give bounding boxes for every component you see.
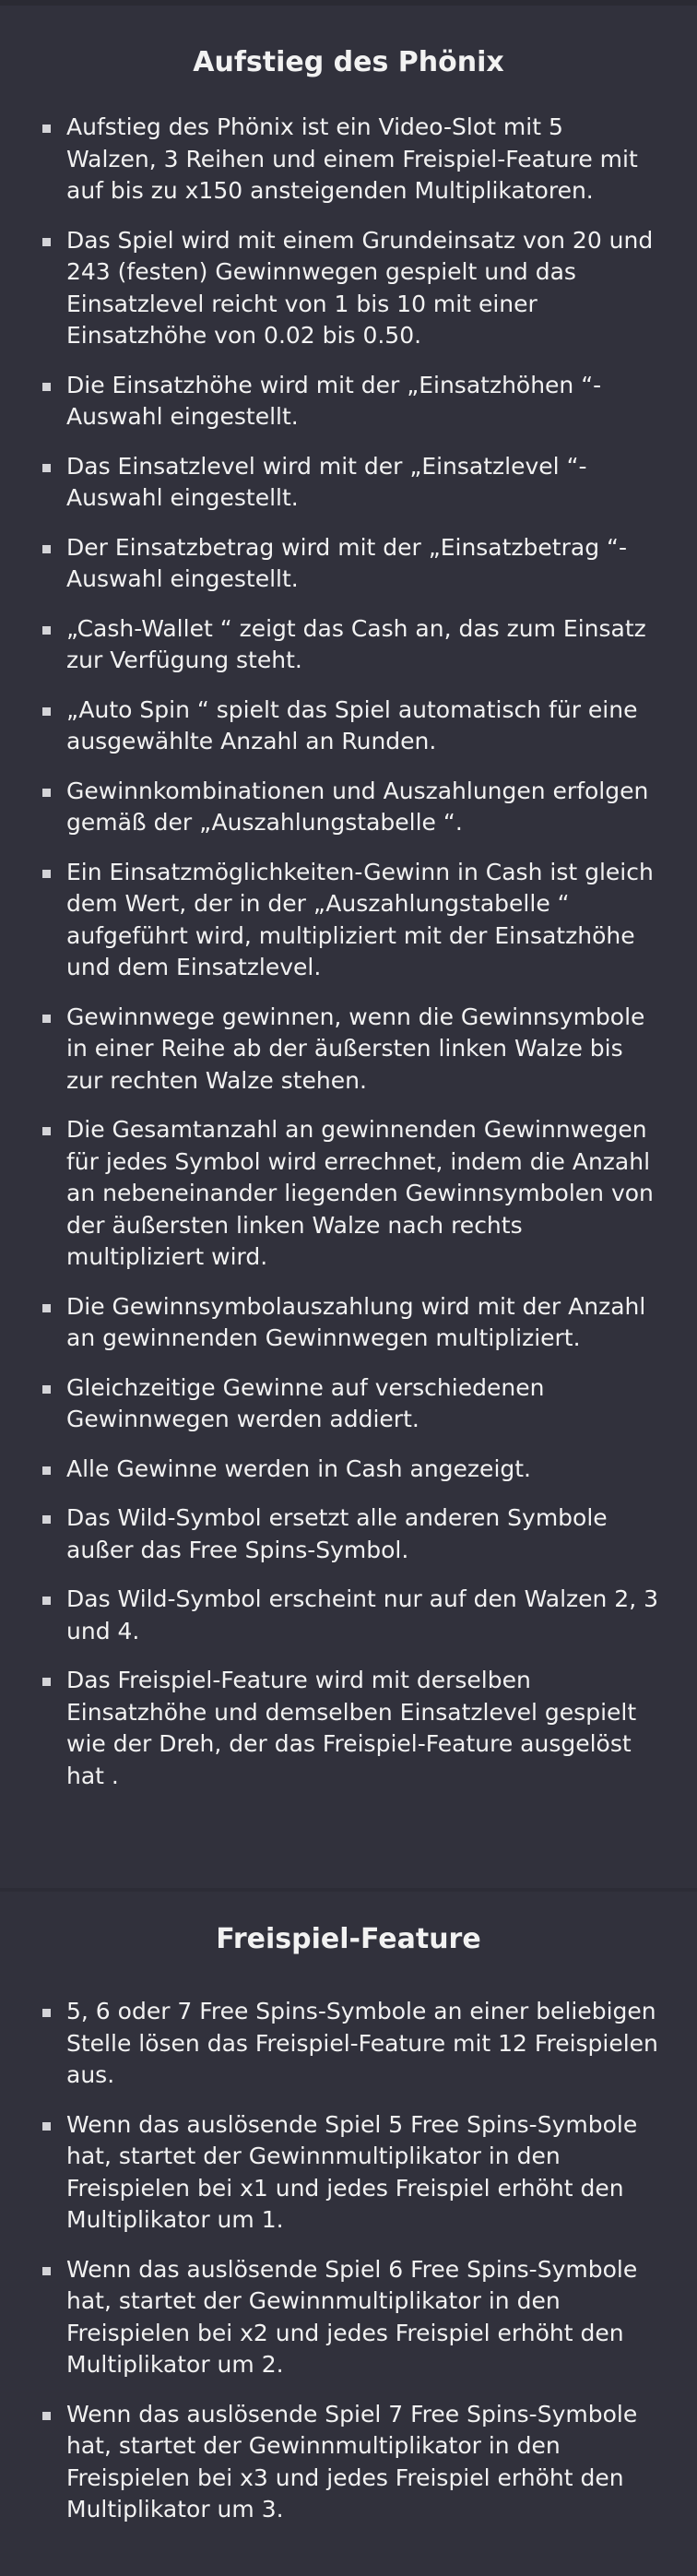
bullet-icon — [42, 463, 51, 472]
list-item-text: Das Einsatzlevel wird mit der „Einsatzle… — [66, 452, 587, 512]
list-item: Gewinnkombinationen und Auszahlungen erf… — [0, 776, 697, 839]
list-item: Alle Gewinne werden in Cash angezeigt. — [0, 1454, 697, 1486]
list-item-text: Wenn das auslösende Spiel 6 Free Spins-S… — [66, 2255, 638, 2379]
bullet-icon — [42, 625, 51, 635]
list-item-text: Alle Gewinne werden in Cash angezeigt. — [66, 1454, 532, 1482]
list-item-text: Der Einsatzbetrag wird mit der „Einsatzb… — [66, 533, 627, 593]
list-item-text: Die Einsatzhöhe wird mit der „Einsatzhöh… — [66, 371, 602, 431]
bullet-icon — [42, 1597, 51, 1605]
bullet-icon — [42, 869, 51, 878]
list-item: Der Einsatzbetrag wird mit der „Einsatzb… — [0, 532, 697, 596]
list-item-text: Die Gesamtanzahl an gewinnenden Gewinnwe… — [66, 1116, 654, 1270]
list-item-text: Ein Einsatzmöglichkeiten-Gewinn in Cash … — [66, 858, 654, 981]
bullet-icon — [42, 1127, 51, 1135]
list-item: Das Freispiel-Feature wird mit derselben… — [0, 1665, 697, 1792]
list-item-text: Aufstieg des Phönix ist ein Video-Slot m… — [66, 113, 638, 204]
list-item: Die Gesamtanzahl an gewinnenden Gewinnwe… — [0, 1114, 697, 1274]
list-item-text: Das Wild-Symbol erscheint nur auf den Wa… — [66, 1585, 659, 1644]
section-title: Aufstieg des Phönix — [193, 46, 504, 78]
list-item-text: Wenn das auslösende Spiel 5 Free Spins-S… — [66, 2110, 638, 2234]
list-item: Ein Einsatzmöglichkeiten-Gewinn in Cash … — [0, 857, 697, 984]
list-item: 5, 6 oder 7 Free Spins-Symbole an einer … — [0, 1996, 697, 2092]
list-item-text: Wenn das auslösende Spiel 7 Free Spins-S… — [66, 2400, 638, 2523]
bullet-icon — [42, 1303, 51, 1312]
list-item: Das Wild-Symbol ersetzt alle anderen Sym… — [0, 1502, 697, 1566]
list-item-text: Gewinnwege gewinnen, wenn die Gewinnsymb… — [66, 1003, 645, 1094]
list-item: Aufstieg des Phönix ist ein Video-Slot m… — [0, 112, 697, 208]
bullet-icon — [42, 1678, 51, 1686]
bullet-icon — [42, 1515, 51, 1524]
bullet-icon — [42, 237, 51, 246]
bullet-icon — [42, 1466, 51, 1475]
list-item: Das Spiel wird mit einem Grundeinsatz vo… — [0, 225, 697, 352]
list-item: Die Gewinnsymbolauszahlung wird mit der … — [0, 1291, 697, 1355]
list-item: Wenn das auslösende Spiel 7 Free Spins-S… — [0, 2399, 697, 2526]
list-item-text: „Auto Spin “ spielt das Spiel automatisc… — [66, 695, 638, 755]
list-item-text: Gewinnkombinationen und Auszahlungen erf… — [66, 777, 649, 837]
list-item: Wenn das auslösende Spiel 6 Free Spins-S… — [0, 2254, 697, 2381]
rules-section-main: Aufstieg des Phönix Aufstieg des Phönix … — [0, 6, 697, 1792]
list-item: Das Einsatzlevel wird mit der „Einsatzle… — [0, 451, 697, 515]
bullet-icon — [42, 2266, 51, 2275]
list-item-text: Das Wild-Symbol ersetzt alle anderen Sym… — [66, 1504, 608, 1563]
list-item-text: Gleichzeitige Gewinne auf verschiedenen … — [66, 1373, 545, 1433]
rules-list: 5, 6 oder 7 Free Spins-Symbole an einer … — [0, 1996, 697, 2526]
list-item-text: 5, 6 oder 7 Free Spins-Symbole an einer … — [66, 1998, 658, 2088]
bullet-icon — [42, 2411, 51, 2420]
list-item: „Auto Spin “ spielt das Spiel automatisc… — [0, 694, 697, 758]
list-item-text: Das Freispiel-Feature wird mit derselben… — [66, 1667, 637, 1789]
list-item: Wenn das auslösende Spiel 5 Free Spins-S… — [0, 2109, 697, 2237]
section-title: Freispiel-Feature — [216, 1923, 481, 1955]
rules-list: Aufstieg des Phönix ist ein Video-Slot m… — [0, 112, 697, 1792]
list-item: Gleichzeitige Gewinne auf verschiedenen … — [0, 1372, 697, 1436]
bullet-icon — [42, 1014, 51, 1023]
rules-section-free-spins: Freispiel-Feature 5, 6 oder 7 Free Spins… — [0, 1892, 697, 2526]
list-item-text: „Cash-Wallet “ zeigt das Cash an, das zu… — [66, 614, 646, 674]
list-item-text: Das Spiel wird mit einem Grundeinsatz vo… — [66, 226, 654, 350]
bullet-icon — [42, 382, 51, 391]
bullet-icon — [42, 1384, 51, 1394]
bullet-icon — [42, 544, 51, 553]
list-item: „Cash-Wallet “ zeigt das Cash an, das zu… — [0, 613, 697, 677]
list-item-text: Die Gewinnsymbolauszahlung wird mit der … — [66, 1292, 646, 1352]
bullet-icon — [42, 2009, 51, 2017]
list-item: Das Wild-Symbol erscheint nur auf den Wa… — [0, 1584, 697, 1647]
list-item: Gewinnwege gewinnen, wenn die Gewinnsymb… — [0, 1002, 697, 1098]
bullet-icon — [42, 788, 51, 797]
bullet-icon — [42, 2121, 51, 2131]
list-item: Die Einsatzhöhe wird mit der „Einsatzhöh… — [0, 370, 697, 433]
bullet-icon — [42, 125, 51, 133]
bullet-icon — [42, 706, 51, 716]
